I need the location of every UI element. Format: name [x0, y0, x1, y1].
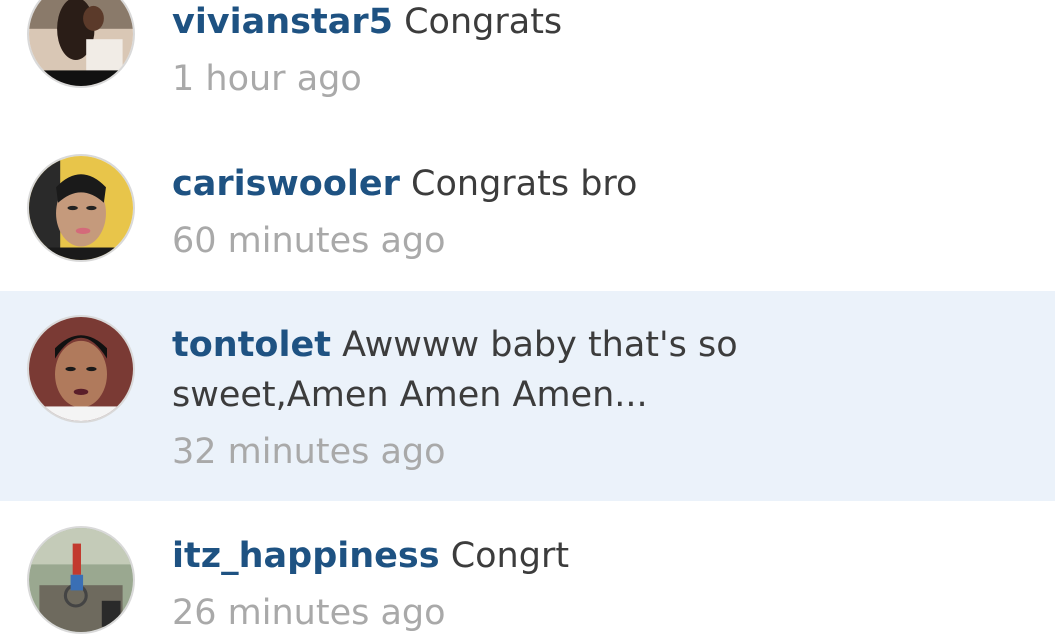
user-avatar[interactable]: [27, 315, 135, 423]
user-avatar[interactable]: [27, 0, 135, 88]
comment-row[interactable]: vivianstar5 Congrats 1 hour ago: [0, 0, 1055, 120]
comment-row-highlighted[interactable]: tontolet Awwww baby that's so sweet,Amen…: [0, 291, 1055, 501]
user-avatar-photo-icon: [29, 156, 133, 260]
comment-timestamp: 26 minutes ago: [172, 593, 446, 633]
comment-text: Congrats bro: [411, 164, 638, 204]
comment-body: itz_happiness Congrt: [172, 531, 1015, 581]
comment-row[interactable]: itz_happiness Congrt 26 minutes ago: [0, 502, 1055, 642]
comment-row[interactable]: cariswooler Congrats bro 60 minutes ago: [0, 130, 1055, 290]
comment-username[interactable]: itz_happiness: [172, 536, 440, 576]
comment-timestamp: 32 minutes ago: [172, 432, 446, 472]
comment-text: Congrats: [404, 2, 563, 42]
comment-timestamp: 1 hour ago: [172, 59, 362, 99]
comment-body: cariswooler Congrats bro: [172, 159, 1015, 209]
user-avatar-photo-icon: [29, 528, 133, 632]
comment-body: tontolet Awwww baby that's so sweet,Amen…: [172, 320, 755, 420]
comment-username[interactable]: vivianstar5: [172, 2, 393, 42]
comment-timestamp: 60 minutes ago: [172, 221, 446, 261]
comment-list: vivianstar5 Congrats 1 hour ago cariswoo…: [0, 0, 1055, 642]
comment-username[interactable]: tontolet: [172, 325, 331, 365]
comment-username[interactable]: cariswooler: [172, 164, 400, 204]
user-avatar[interactable]: [27, 154, 135, 262]
user-avatar[interactable]: [27, 526, 135, 634]
comment-text: Congrt: [450, 536, 570, 576]
user-avatar-photo-icon: [29, 317, 133, 421]
user-avatar-photo-icon: [29, 0, 133, 86]
comment-body: vivianstar5 Congrats: [172, 0, 1015, 47]
